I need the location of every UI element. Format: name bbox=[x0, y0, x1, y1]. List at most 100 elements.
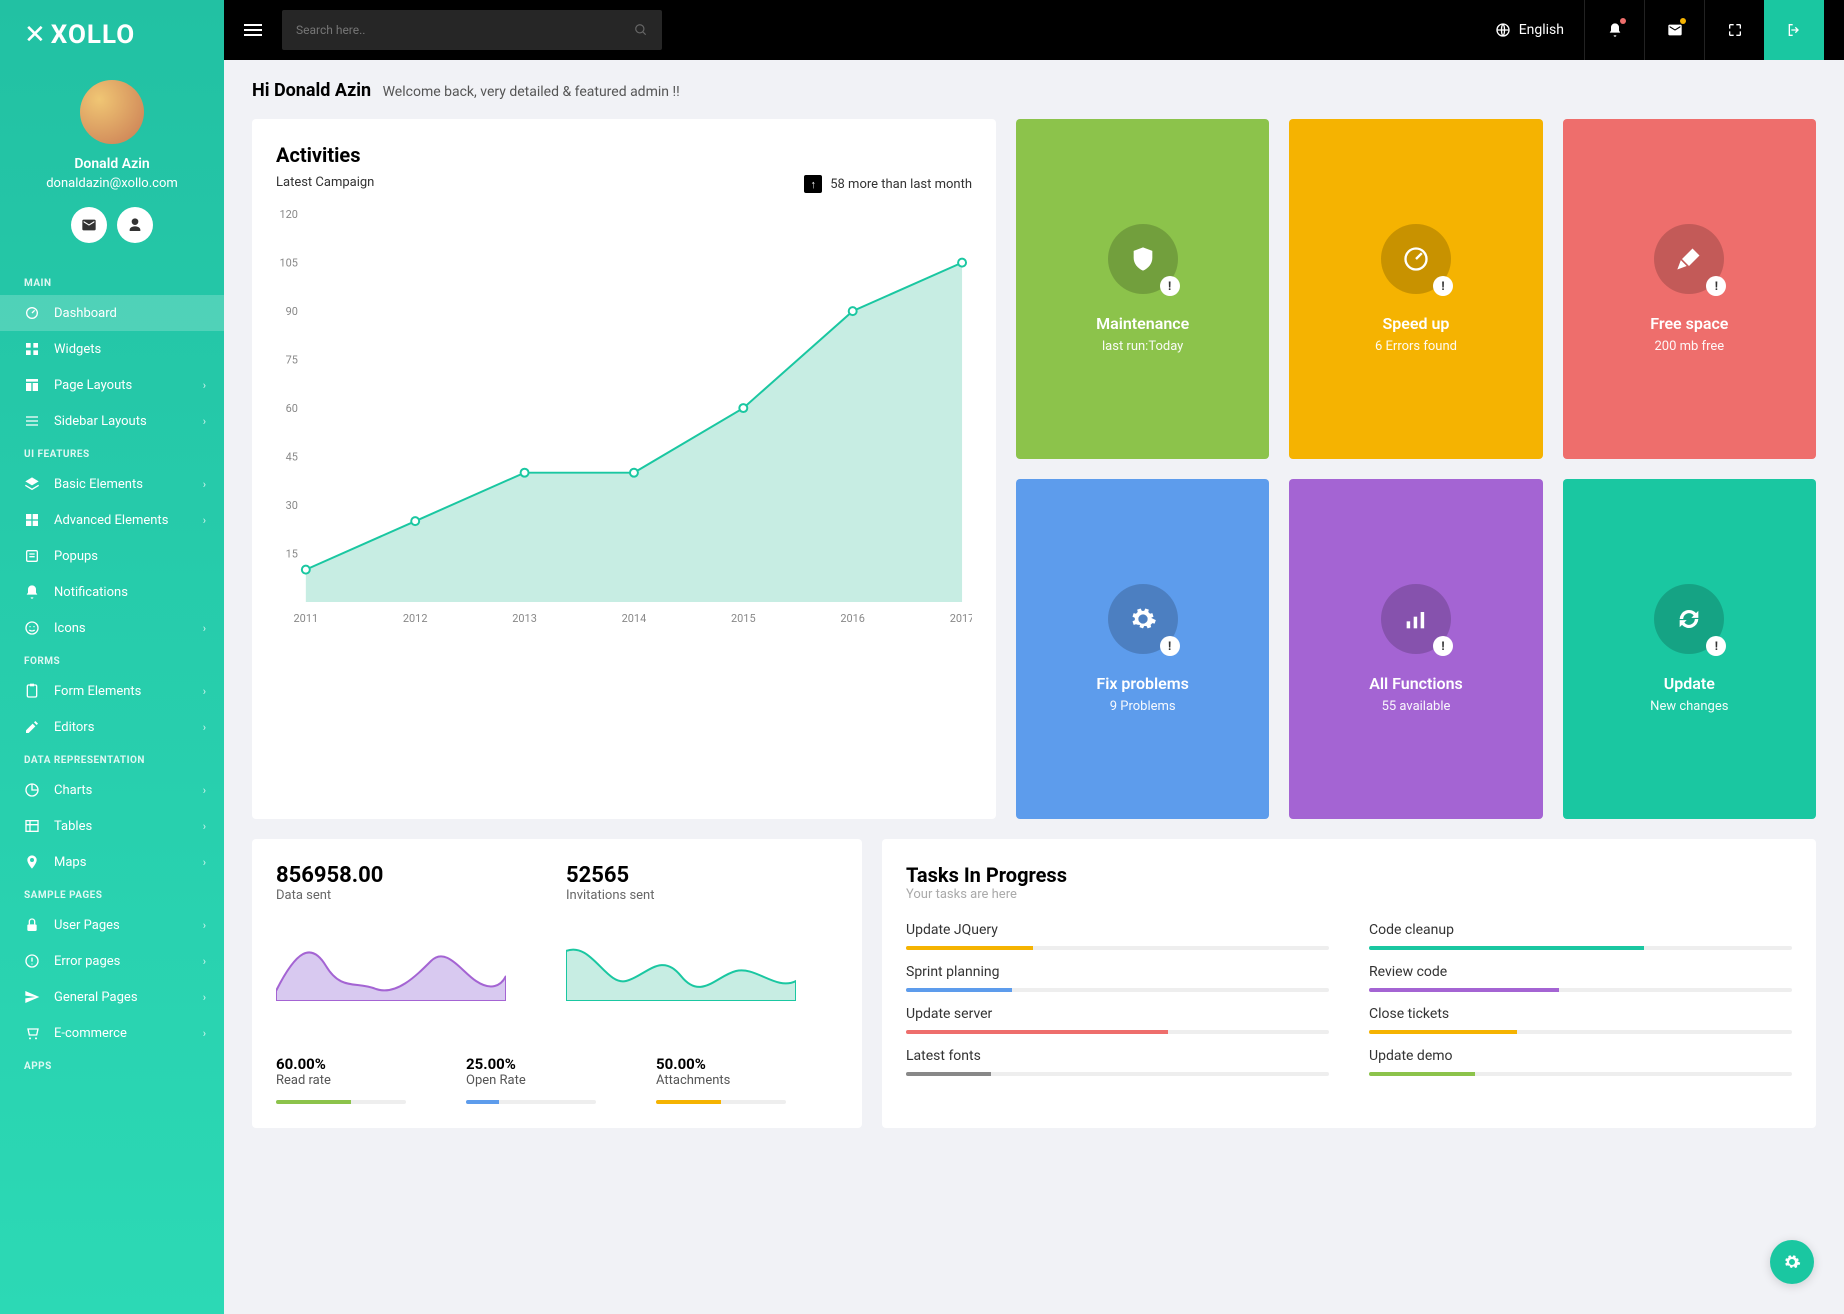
nav-advanced-elements[interactable]: Advanced Elements› bbox=[0, 502, 224, 538]
tile-all-functions[interactable]: ! All Functions 55 available bbox=[1289, 479, 1542, 819]
up-arrow-icon: ↑ bbox=[804, 175, 822, 193]
tile-subtitle: 55 available bbox=[1382, 699, 1451, 714]
svg-text:15: 15 bbox=[286, 547, 298, 560]
language-selector[interactable]: English bbox=[1475, 0, 1584, 60]
tasks-card: Tasks In Progress Your tasks are here Up… bbox=[882, 839, 1816, 1128]
chevron-right-icon: › bbox=[203, 685, 206, 698]
nav-basic-elements[interactable]: Basic Elements› bbox=[0, 466, 224, 502]
user-name: Donald Azin bbox=[10, 156, 214, 172]
tile-title: Update bbox=[1664, 674, 1715, 693]
tile-title: Speed up bbox=[1383, 314, 1450, 333]
task-item: Latest fonts bbox=[906, 1048, 1329, 1076]
nav-form-elements[interactable]: Form Elements› bbox=[0, 673, 224, 709]
svg-text:120: 120 bbox=[279, 208, 297, 221]
task-item: Update JQuery bbox=[906, 922, 1329, 950]
profile-button[interactable] bbox=[117, 207, 153, 243]
activities-subtitle: Latest Campaign bbox=[276, 175, 374, 193]
mail-button[interactable] bbox=[71, 207, 107, 243]
search-box[interactable] bbox=[282, 10, 662, 50]
nav-dashboard[interactable]: Dashboard bbox=[0, 295, 224, 331]
nav-error-pages[interactable]: Error pages› bbox=[0, 943, 224, 979]
nav-editors[interactable]: Editors› bbox=[0, 709, 224, 745]
clipboard-icon bbox=[24, 683, 40, 699]
nav-tables[interactable]: Tables› bbox=[0, 808, 224, 844]
tile-title: Fix problems bbox=[1096, 674, 1189, 693]
nav-section-main: MAIN bbox=[0, 268, 224, 295]
alert-badge: ! bbox=[1160, 636, 1180, 656]
nav-section-samples: SAMPLE PAGES bbox=[0, 880, 224, 907]
tile-title: Free space bbox=[1650, 314, 1728, 333]
tile-subtitle: last run:Today bbox=[1102, 339, 1183, 354]
brand-logo[interactable]: ✕ XOLLO bbox=[0, 0, 224, 70]
topbar: English bbox=[224, 0, 1844, 60]
logout-button[interactable] bbox=[1764, 0, 1824, 60]
notifications-button[interactable] bbox=[1584, 0, 1644, 60]
nav-widgets[interactable]: Widgets bbox=[0, 331, 224, 367]
task-item: Sprint planning bbox=[906, 964, 1329, 992]
nav-charts[interactable]: Charts› bbox=[0, 772, 224, 808]
svg-text:105: 105 bbox=[279, 257, 297, 270]
notification-dot bbox=[1620, 18, 1626, 24]
nav-general-pages[interactable]: General Pages› bbox=[0, 979, 224, 1015]
tile-speed-up[interactable]: ! Speed up 6 Errors found bbox=[1289, 119, 1542, 459]
nav-popups[interactable]: Popups bbox=[0, 538, 224, 574]
stat-data-sent: 856958.00 Data sent bbox=[276, 863, 506, 1005]
rate-attachments: 50.00% Attachments bbox=[656, 1055, 786, 1104]
nav-section-ui: UI FEATURES bbox=[0, 439, 224, 466]
activities-title: Activities bbox=[276, 143, 972, 167]
svg-text:2012: 2012 bbox=[403, 612, 428, 625]
brand-name: XOLLO bbox=[51, 20, 135, 50]
chevron-right-icon: › bbox=[203, 514, 206, 527]
nav-section-apps: APPS bbox=[0, 1051, 224, 1078]
gear-icon bbox=[1783, 1253, 1801, 1271]
globe-icon bbox=[1495, 22, 1511, 38]
tile-fix-problems[interactable]: ! Fix problems 9 Problems bbox=[1016, 479, 1269, 819]
nav-page-layouts[interactable]: Page Layouts› bbox=[0, 367, 224, 403]
task-progress bbox=[906, 1072, 1329, 1076]
task-progress bbox=[906, 946, 1329, 950]
tile-update[interactable]: ! Update New changes bbox=[1563, 479, 1816, 819]
tile-subtitle: 200 mb free bbox=[1654, 339, 1724, 354]
fullscreen-button[interactable] bbox=[1704, 0, 1764, 60]
activities-delta: ↑ 58 more than last month bbox=[804, 175, 972, 193]
grid-icon bbox=[24, 512, 40, 528]
chevron-right-icon: › bbox=[203, 478, 206, 491]
chevron-right-icon: › bbox=[203, 856, 206, 869]
task-item: Review code bbox=[1369, 964, 1792, 992]
sparkline-sent bbox=[276, 921, 506, 1001]
nav-ecommerce[interactable]: E-commerce› bbox=[0, 1015, 224, 1051]
svg-text:90: 90 bbox=[286, 305, 298, 318]
menu-toggle[interactable] bbox=[244, 21, 262, 39]
messages-button[interactable] bbox=[1644, 0, 1704, 60]
tile-free-space[interactable]: ! Free space 200 mb free bbox=[1563, 119, 1816, 459]
search-input[interactable] bbox=[296, 23, 634, 37]
nav-sidebar-layouts[interactable]: Sidebar Layouts› bbox=[0, 403, 224, 439]
task-name: Update server bbox=[906, 1006, 1329, 1022]
alert-badge: ! bbox=[1160, 276, 1180, 296]
language-label: English bbox=[1519, 22, 1564, 38]
task-progress bbox=[1369, 1072, 1792, 1076]
nav-maps[interactable]: Maps› bbox=[0, 844, 224, 880]
nav-user-pages[interactable]: User Pages› bbox=[0, 907, 224, 943]
alert-badge: ! bbox=[1433, 636, 1453, 656]
person-icon bbox=[127, 217, 143, 233]
task-progress bbox=[1369, 1030, 1792, 1034]
logout-icon bbox=[1786, 22, 1802, 38]
tile-maintenance[interactable]: ! Maintenance last run:Today bbox=[1016, 119, 1269, 459]
settings-fab[interactable] bbox=[1770, 1240, 1814, 1284]
activities-card: Activities Latest Campaign ↑ 58 more tha… bbox=[252, 119, 996, 819]
status-tiles: ! Maintenance last run:Today ! Speed up … bbox=[1016, 119, 1816, 819]
expand-icon bbox=[1727, 22, 1743, 38]
avatar[interactable] bbox=[80, 80, 144, 144]
chevron-right-icon: › bbox=[203, 1027, 206, 1040]
bell-icon bbox=[1607, 22, 1623, 38]
nav-icons[interactable]: Icons› bbox=[0, 610, 224, 646]
nav-notifications[interactable]: Notifications bbox=[0, 574, 224, 610]
chevron-right-icon: › bbox=[203, 784, 206, 797]
lock-icon bbox=[24, 917, 40, 933]
task-progress bbox=[1369, 946, 1792, 950]
svg-text:2016: 2016 bbox=[840, 612, 865, 625]
task-name: Update JQuery bbox=[906, 922, 1329, 938]
search-icon bbox=[634, 23, 648, 37]
mail-icon bbox=[1667, 22, 1683, 38]
